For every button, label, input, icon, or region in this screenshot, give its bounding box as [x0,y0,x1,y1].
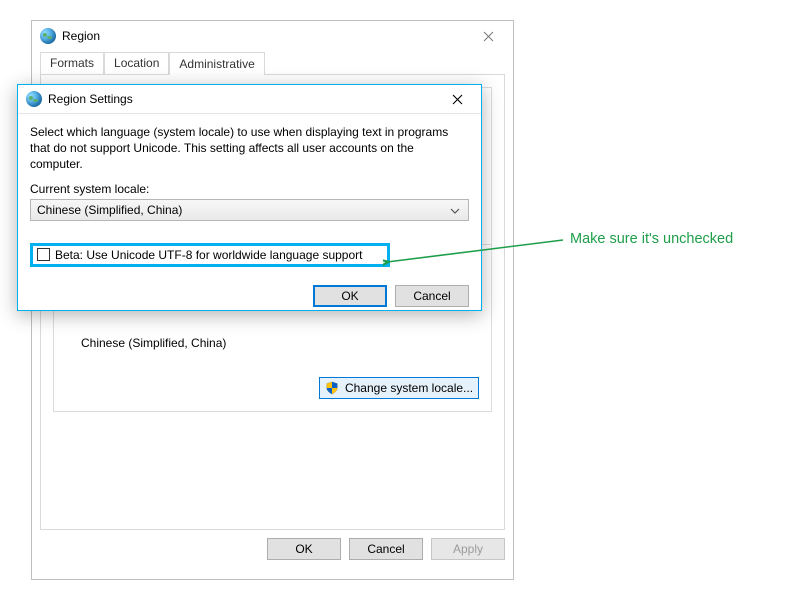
settings-title: Region Settings [48,92,437,106]
tab-location[interactable]: Location [104,52,169,74]
system-locale-combobox[interactable]: Chinese (Simplified, China) [30,199,469,221]
chevron-down-icon [450,203,460,217]
region-button-row: OK Cancel Apply [32,538,513,570]
settings-description: Select which language (system locale) to… [30,124,469,173]
ok-button[interactable]: OK [267,538,341,560]
tab-formats[interactable]: Formats [40,52,104,74]
change-system-locale-button[interactable]: Change system locale... [319,377,479,399]
cancel-button[interactable]: Cancel [349,538,423,560]
beta-utf8-checkbox[interactable] [37,248,50,261]
region-titlebar: Region [32,21,513,51]
system-locale-value: Chinese (Simplified, China) [37,203,182,217]
ok-button[interactable]: OK [313,285,387,307]
annotation-text: Make sure it's unchecked [570,231,733,247]
current-locale-display: Chinese (Simplified, China) [81,336,479,350]
shield-icon [325,381,339,395]
region-title: Region [62,29,466,43]
change-system-locale-label: Change system locale... [345,381,473,395]
tab-administrative[interactable]: Administrative [169,52,264,75]
settings-titlebar: Region Settings [18,85,481,114]
beta-utf8-highlight: Beta: Use Unicode UTF-8 for worldwide la… [30,243,390,267]
globe-icon [26,91,42,107]
cancel-button[interactable]: Cancel [395,285,469,307]
settings-button-row: OK Cancel [18,277,481,317]
close-icon[interactable] [437,87,477,111]
globe-icon [40,28,56,44]
tabstrip: Formats Location Administrative [40,53,505,75]
apply-button: Apply [431,538,505,560]
close-icon[interactable] [466,22,511,50]
beta-utf8-label: Beta: Use Unicode UTF-8 for worldwide la… [55,248,363,262]
region-settings-dialog: Region Settings Select which language (s… [17,84,482,311]
settings-body: Select which language (system locale) to… [18,114,481,277]
locale-label: Current system locale: [30,182,469,196]
